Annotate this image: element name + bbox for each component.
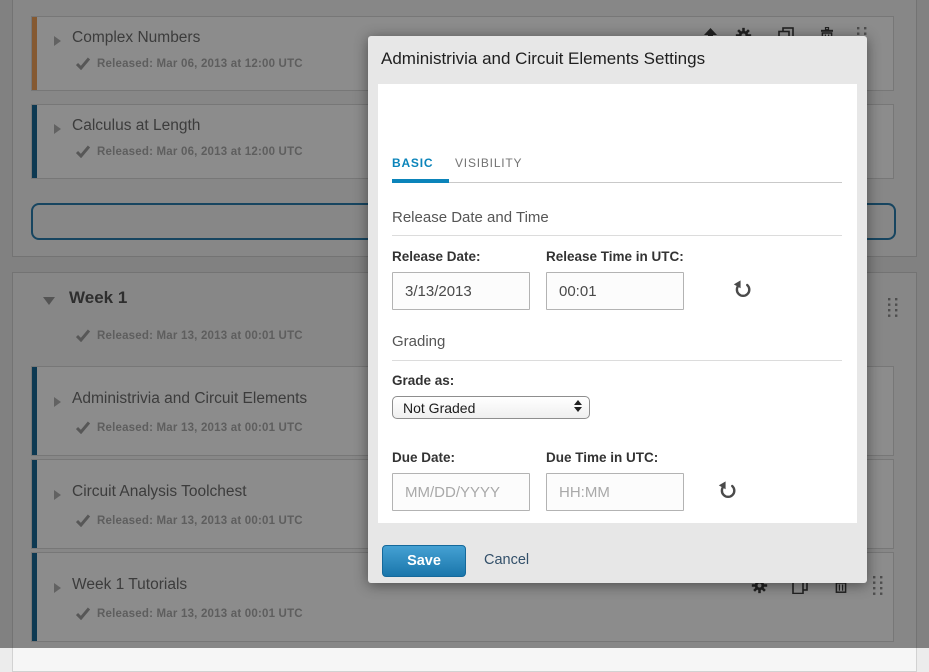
tab-divider: [392, 182, 842, 183]
section-divider: [392, 235, 842, 236]
release-section-heading: Release Date and Time: [392, 209, 549, 226]
release-date-input[interactable]: [392, 272, 530, 310]
cancel-button[interactable]: Cancel: [484, 552, 529, 568]
reset-due-icon[interactable]: [718, 481, 738, 501]
release-time-input[interactable]: [546, 272, 684, 310]
settings-modal: Administrivia and Circuit Elements Setti…: [368, 36, 867, 583]
reset-release-icon[interactable]: [733, 280, 753, 300]
grade-as-label: Grade as:: [392, 373, 454, 388]
section-divider: [392, 360, 842, 361]
modal-title: Administrivia and Circuit Elements Setti…: [381, 49, 705, 69]
save-button[interactable]: Save: [382, 545, 466, 577]
select-stepper-icon: [574, 400, 582, 412]
release-date-label: Release Date:: [392, 249, 481, 264]
due-date-label: Due Date:: [392, 450, 455, 465]
release-time-label: Release Time in UTC:: [546, 249, 684, 264]
active-tab-indicator: [392, 179, 449, 183]
modal-body: BASIC VISIBILITY Release Date and Time R…: [378, 84, 857, 523]
tab-visibility[interactable]: VISIBILITY: [455, 156, 522, 170]
due-time-input[interactable]: [546, 473, 684, 511]
due-time-label: Due Time in UTC:: [546, 450, 658, 465]
grade-as-select[interactable]: Not Graded: [392, 396, 590, 419]
due-date-input[interactable]: [392, 473, 530, 511]
tab-basic[interactable]: BASIC: [392, 156, 433, 170]
grading-section-heading: Grading: [392, 333, 445, 350]
grade-as-value: Not Graded: [403, 400, 475, 416]
